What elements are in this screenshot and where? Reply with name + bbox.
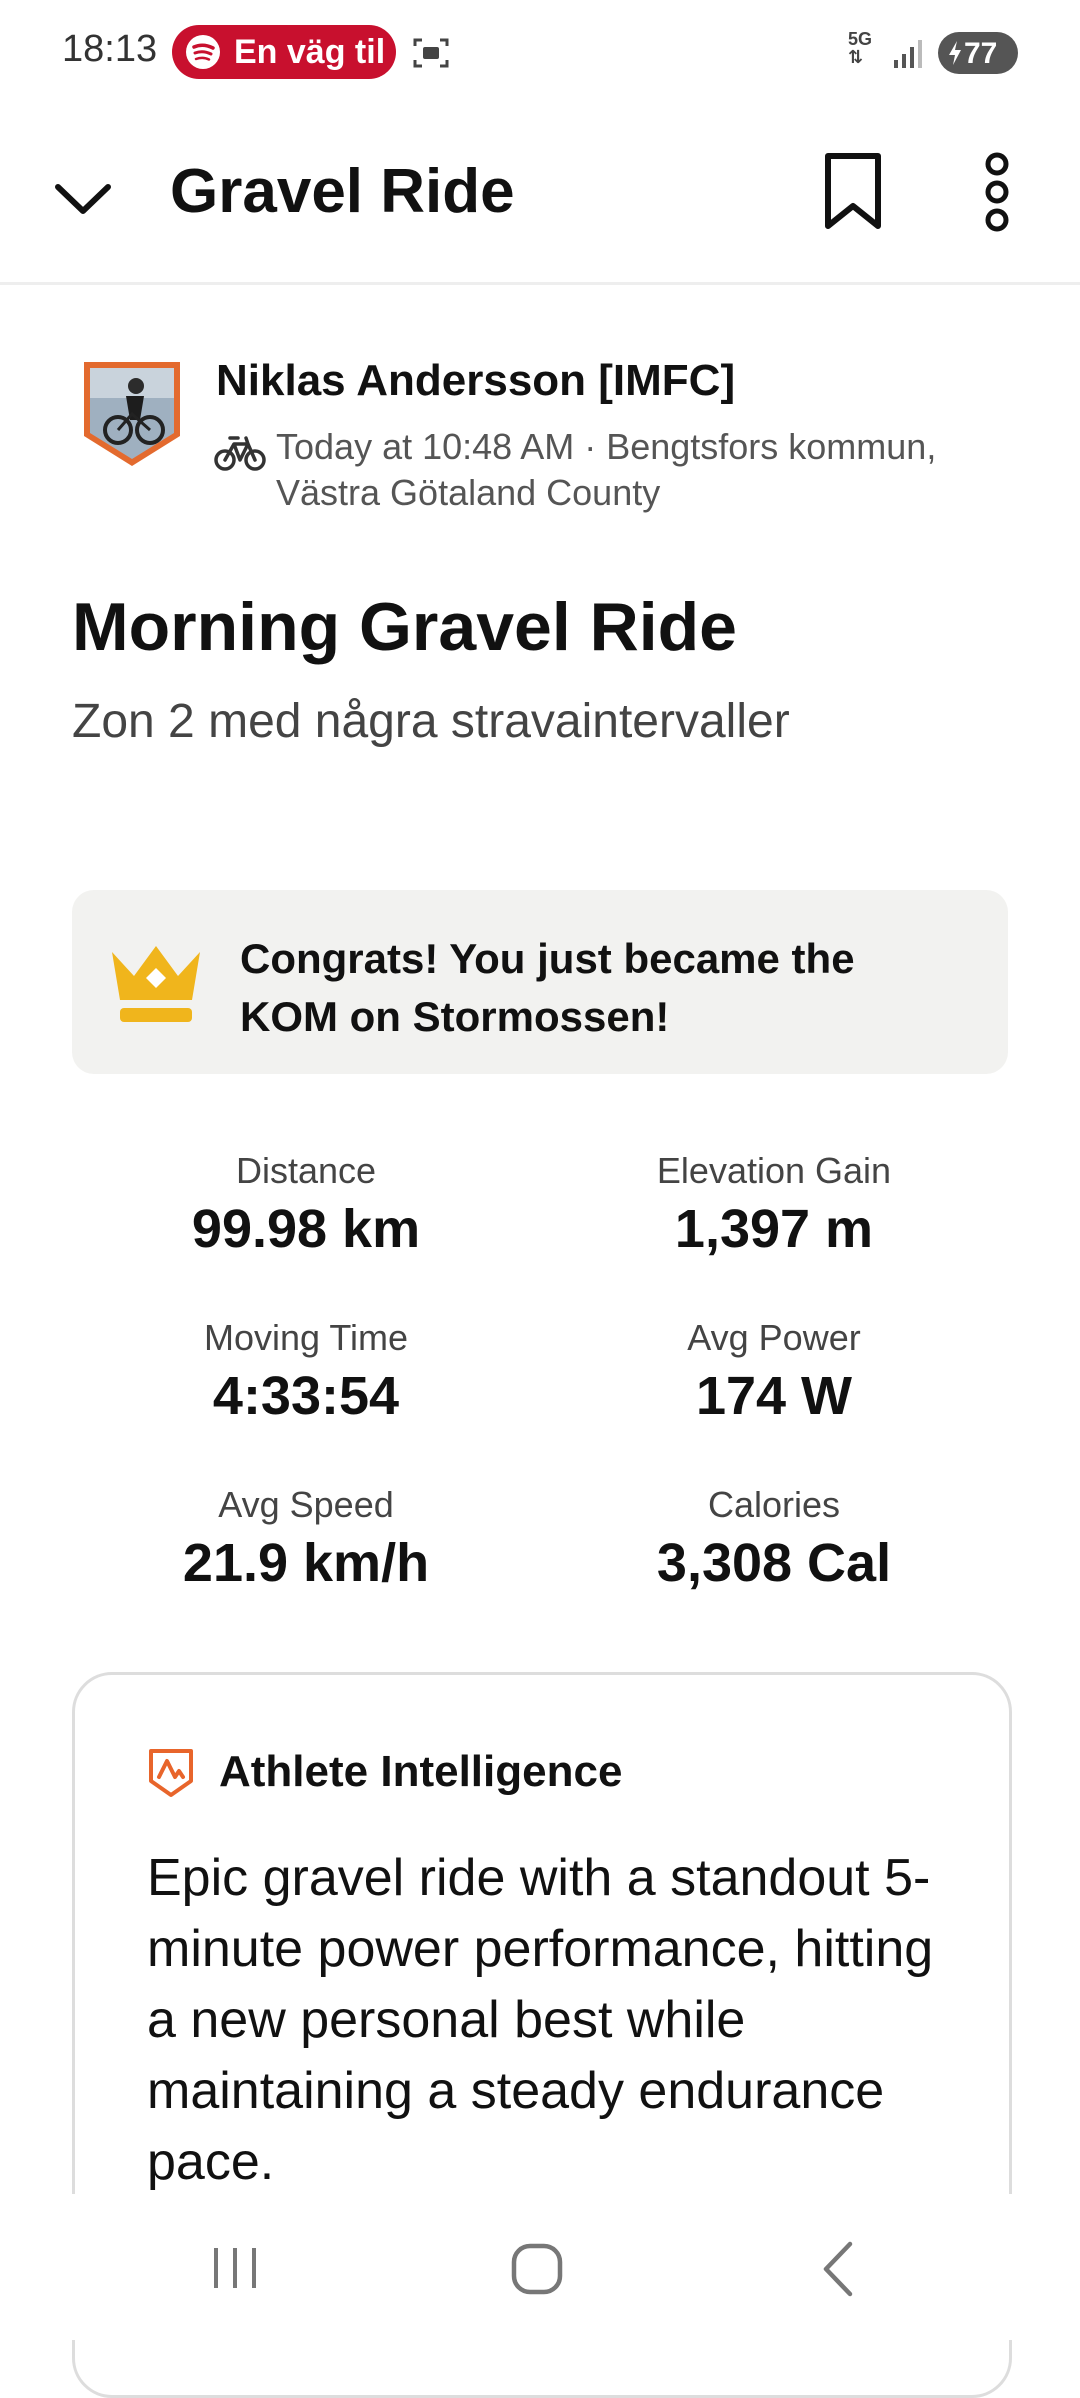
stat-avg-power: Avg Power 174 W — [554, 1317, 994, 1427]
system-nav-bar — [0, 2194, 1080, 2340]
home-icon[interactable] — [510, 2242, 564, 2301]
athlete-intelligence-icon — [147, 1747, 195, 1804]
more-vertical-icon[interactable] — [972, 150, 1022, 239]
bookmark-icon[interactable] — [818, 150, 888, 239]
stat-label: Distance — [235, 1150, 377, 1191]
athlete-name[interactable]: Niklas Andersson [IMFC] — [216, 356, 735, 406]
athlete-avatar[interactable] — [80, 358, 184, 470]
stat-distance: Distance 99.98 km — [86, 1150, 526, 1260]
achievement-message: Congrats! You just became the KOM on Sto… — [240, 935, 855, 1040]
screenshot-icon — [412, 36, 450, 75]
charging-icon — [949, 41, 961, 65]
recents-icon[interactable] — [210, 2244, 260, 2297]
stat-value: 1,397 m — [674, 1199, 874, 1259]
stat-label: Avg Power — [687, 1317, 861, 1358]
achievement-banner[interactable]: Congrats! You just became the KOM on Sto… — [72, 890, 1008, 1074]
stat-moving-time: Moving Time 4:33:54 — [86, 1317, 526, 1427]
spotify-icon — [186, 35, 220, 69]
stat-calories: Calories 3,308 Cal — [554, 1484, 994, 1594]
activity-title: Morning Gravel Ride — [72, 589, 737, 665]
stat-value: 3,308 Cal — [656, 1533, 892, 1593]
stat-avg-speed: Avg Speed 21.9 km/h — [86, 1484, 526, 1594]
network-5g-icon: 5G ⇅ — [848, 29, 873, 67]
crown-icon — [106, 938, 206, 1033]
bike-icon — [214, 430, 266, 479]
athlete-intelligence-title: Athlete Intelligence — [219, 1747, 623, 1796]
athlete-intelligence-summary: Epic gravel ride with a standout 5-minut… — [147, 1849, 934, 2191]
page-title: Gravel Ride — [170, 157, 515, 226]
status-time: 18:13 — [62, 28, 158, 70]
stat-value: 99.98 km — [191, 1199, 421, 1259]
stat-elevation-gain: Elevation Gain 1,397 m — [554, 1150, 994, 1260]
signal-icon — [892, 36, 924, 75]
stat-label: Calories — [707, 1484, 841, 1525]
status-bar: 18:13 En väg til 5G ⇅ 77 — [0, 0, 1080, 108]
app-bar: Gravel Ride — [0, 108, 1080, 285]
chevron-down-icon[interactable] — [48, 163, 118, 233]
battery-level: 77 — [964, 37, 998, 70]
stat-value: 21.9 km/h — [182, 1533, 430, 1593]
stat-label: Moving Time — [203, 1317, 409, 1358]
battery-indicator: 77 — [938, 32, 1018, 74]
stat-label: Elevation Gain — [656, 1150, 892, 1191]
back-icon[interactable] — [818, 2240, 858, 2303]
media-chip-text: En väg til — [234, 33, 384, 71]
stat-label: Avg Speed — [218, 1484, 394, 1525]
network-label: 5G — [848, 29, 873, 49]
media-chip[interactable]: En väg til — [172, 25, 396, 79]
stat-value: 174 W — [695, 1366, 853, 1426]
stat-value: 4:33:54 — [212, 1366, 400, 1426]
activity-meta: Today at 10:48 AM · Bengtsfors kommun, V… — [276, 426, 937, 513]
activity-description: Zon 2 med några stravaintervaller — [72, 695, 790, 748]
